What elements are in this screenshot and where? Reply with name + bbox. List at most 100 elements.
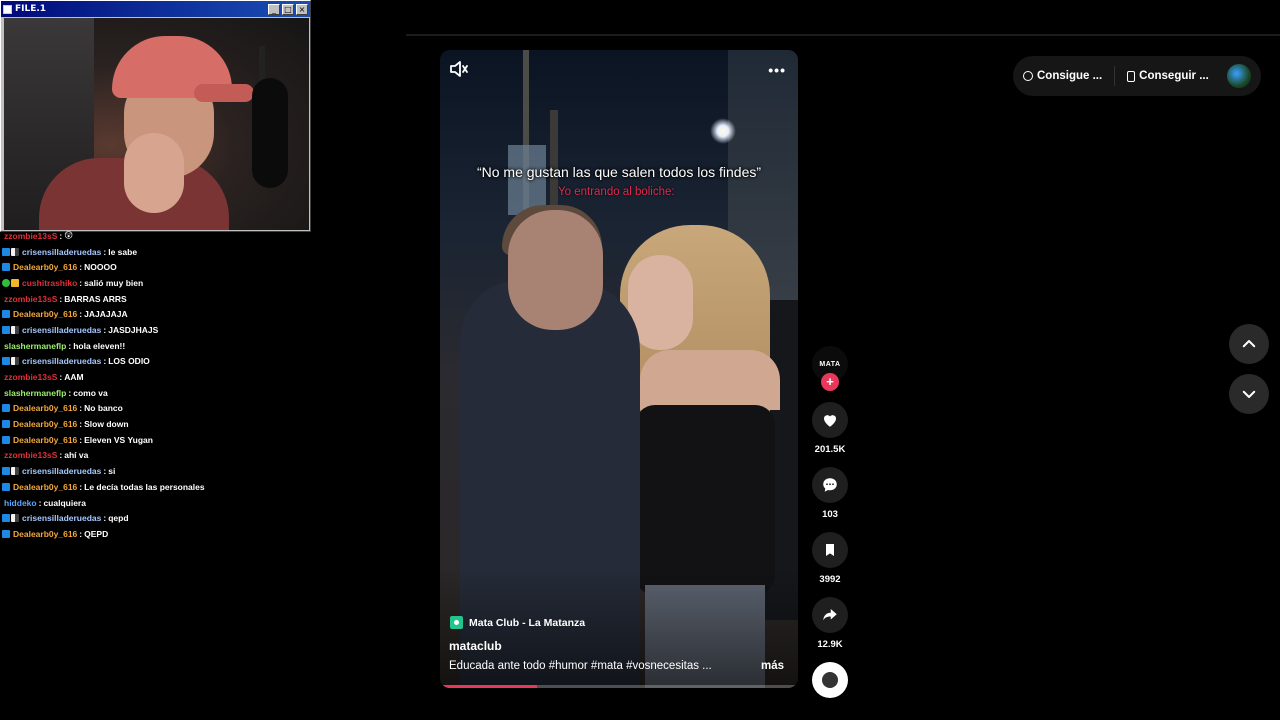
chat-username[interactable]: crisensilladeruedas xyxy=(22,356,101,366)
chat-badge-icon xyxy=(2,247,10,256)
chat-badge-icon xyxy=(2,404,10,413)
chat-username[interactable]: crisensilladeruedas xyxy=(22,325,101,335)
like-action[interactable]: 201.5K xyxy=(810,402,850,455)
chat-separator: : xyxy=(79,481,83,492)
save-action[interactable]: 3992 xyxy=(810,532,850,585)
chat-separator: : xyxy=(79,434,83,445)
chat-message: Dealearb0y_616: QEPD xyxy=(2,526,402,542)
comment-action[interactable]: 103 xyxy=(810,467,850,520)
location-tag[interactable]: Mata Club - La Matanza xyxy=(450,616,585,629)
previous-video-button[interactable] xyxy=(1229,324,1269,364)
chat-badge-icon xyxy=(2,529,10,538)
chat-message: Dealearb0y_616: Le decía todas las person… xyxy=(2,479,402,495)
chat-message: crisensilladeruedas: LOS ODIO xyxy=(2,354,402,370)
share-icon[interactable] xyxy=(812,597,848,633)
chat-badge-icon xyxy=(2,357,10,366)
profile-avatar[interactable] xyxy=(1227,64,1251,88)
chat-username[interactable]: Dealearb0y_616 xyxy=(13,262,77,272)
chat-username[interactable]: Dealearb0y_616 xyxy=(13,529,77,539)
chat-username[interactable]: crisensilladeruedas xyxy=(22,466,101,476)
chat-text: AAM xyxy=(64,372,84,383)
minimize-button[interactable]: _ xyxy=(268,3,280,15)
chat-message: hiddeko: cualquiera xyxy=(2,495,402,511)
stream-chat: zzombie13sS: 😲 crisensilladeruedas: le sabe… xyxy=(2,228,402,542)
chat-username[interactable]: zzombie13sS xyxy=(4,450,57,460)
chat-badge-icon xyxy=(2,278,10,287)
music-disc-icon[interactable] xyxy=(812,662,848,698)
chat-badge-icon xyxy=(2,325,10,334)
save-count: 3992 xyxy=(819,574,841,585)
share-action[interactable]: 12.9K xyxy=(810,597,850,650)
webcam-window[interactable]: FILE.1 _ □ × xyxy=(0,0,311,232)
coin-icon xyxy=(1023,71,1033,81)
chat-badge-icon xyxy=(2,310,10,319)
more-dots-icon[interactable]: ••• xyxy=(768,62,786,78)
chat-username[interactable]: crisensilladeruedas xyxy=(22,513,101,523)
chat-message: zzombie13sS: AAM xyxy=(2,369,402,385)
chat-separator: : xyxy=(68,340,72,351)
chat-text: ahí va xyxy=(64,450,89,461)
video-progress[interactable] xyxy=(440,685,798,688)
chat-separator: : xyxy=(103,246,107,257)
chat-text: cualquiera xyxy=(43,497,86,508)
volume-icon[interactable] xyxy=(448,58,470,80)
chat-username[interactable]: Dealearb0y_616 xyxy=(13,419,77,429)
next-video-button[interactable] xyxy=(1229,374,1269,414)
pill-divider xyxy=(1114,66,1116,86)
chat-username[interactable]: slashermaneflp xyxy=(4,341,66,351)
close-button[interactable]: × xyxy=(296,3,308,15)
chat-separator: : xyxy=(79,419,83,430)
chat-separator: : xyxy=(79,403,83,414)
chat-message: slashermaneflp: hola eleven!! xyxy=(2,338,402,354)
chat-separator: : xyxy=(68,387,72,398)
more-link[interactable]: más xyxy=(761,660,784,672)
get-coins-button[interactable]: Consigue ... xyxy=(1023,70,1102,82)
chat-username[interactable]: crisensilladeruedas xyxy=(22,247,101,257)
action-bar: MATA + 201.5K 103 3992 12.9K xyxy=(810,346,850,698)
chat-text: LOS ODIO xyxy=(108,356,150,367)
video-caption: “No me gustan las que salen todos los fi… xyxy=(476,164,762,180)
chat-message: Dealearb0y_616: NOOOO xyxy=(2,259,402,275)
chat-username[interactable]: Dealearb0y_616 xyxy=(13,309,77,319)
chevron-up-icon xyxy=(1242,340,1256,348)
location-icon xyxy=(450,616,463,629)
get-app-button[interactable]: Conseguir ... xyxy=(1127,70,1209,82)
chat-badge-icon xyxy=(2,263,10,272)
chat-username[interactable]: cushitrashiko xyxy=(22,278,77,288)
chat-message: zzombie13sS: 😲 xyxy=(2,228,402,244)
chat-badge-icon xyxy=(11,467,19,476)
video-player[interactable]: “No me gustan las que salen todos los fi… xyxy=(440,50,798,688)
chat-separator: : xyxy=(59,372,63,383)
chat-badge-icon xyxy=(2,420,10,429)
chat-username[interactable]: hiddeko xyxy=(4,498,37,508)
bookmark-icon[interactable] xyxy=(812,532,848,568)
video-progress-fill xyxy=(440,685,537,688)
chat-separator: : xyxy=(79,262,83,273)
chat-message: Dealearb0y_616: No banco xyxy=(2,401,402,417)
video-author[interactable]: mataclub xyxy=(449,639,502,653)
comment-icon[interactable] xyxy=(812,467,848,503)
maximize-button[interactable]: □ xyxy=(282,3,294,15)
chat-username[interactable]: Dealearb0y_616 xyxy=(13,482,77,492)
chat-text: Eleven VS Yugan xyxy=(84,434,153,445)
heart-icon[interactable] xyxy=(812,402,848,438)
chat-separator: : xyxy=(79,309,83,320)
chat-separator: : xyxy=(103,466,107,477)
chat-username[interactable]: zzombie13sS xyxy=(4,294,57,304)
webcam-titlebar[interactable]: FILE.1 _ □ × xyxy=(1,1,310,17)
chat-separator: : xyxy=(79,528,83,539)
chat-username[interactable]: slashermaneflp xyxy=(4,388,66,398)
creator-avatar[interactable]: MATA + xyxy=(810,346,850,391)
chat-separator: : xyxy=(103,356,107,367)
chat-text: le sabe xyxy=(108,246,138,257)
chat-username[interactable]: zzombie13sS xyxy=(4,231,57,241)
chat-text: No banco xyxy=(84,403,123,414)
chat-username[interactable]: Dealearb0y_616 xyxy=(13,403,77,413)
header-actions: Consigue ... Conseguir ... xyxy=(1013,56,1261,96)
chat-separator: : xyxy=(79,277,83,288)
chat-username[interactable]: Dealearb0y_616 xyxy=(13,435,77,445)
follow-button[interactable]: + xyxy=(821,373,839,391)
chat-username[interactable]: zzombie13sS xyxy=(4,372,57,382)
window-title: FILE.1 xyxy=(15,4,47,14)
chat-message: cushitrashiko: salió muy bien xyxy=(2,275,402,291)
